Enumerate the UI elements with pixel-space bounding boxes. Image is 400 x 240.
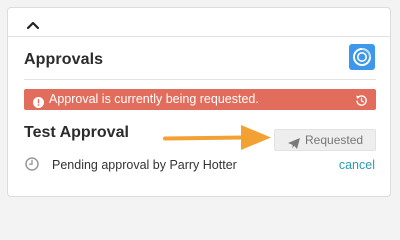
paper-plane-icon bbox=[288, 135, 300, 149]
requested-button-label: Requested bbox=[305, 133, 364, 147]
alert-banner: Approval is currently being requested. bbox=[24, 89, 376, 110]
approvals-app-icon[interactable] bbox=[349, 44, 375, 70]
pending-approval-text: Pending approval by Parry Hotter bbox=[52, 158, 237, 172]
approvals-panel: Approvals Approval is currently being re… bbox=[7, 7, 391, 197]
title-divider bbox=[24, 79, 376, 80]
clock-icon bbox=[25, 157, 39, 171]
requested-button[interactable]: Requested bbox=[274, 129, 376, 151]
chevron-up-icon[interactable] bbox=[24, 18, 42, 32]
top-divider bbox=[8, 36, 390, 37]
alert-message: Approval is currently being requested. bbox=[49, 92, 259, 106]
annotation-arrow bbox=[163, 122, 273, 154]
approval-name: Test Approval bbox=[24, 124, 129, 141]
cancel-link[interactable]: cancel bbox=[339, 158, 375, 172]
refresh-icon[interactable] bbox=[355, 93, 368, 106]
exclamation-circle-icon bbox=[33, 94, 44, 108]
panel-title: Approvals bbox=[24, 51, 104, 68]
